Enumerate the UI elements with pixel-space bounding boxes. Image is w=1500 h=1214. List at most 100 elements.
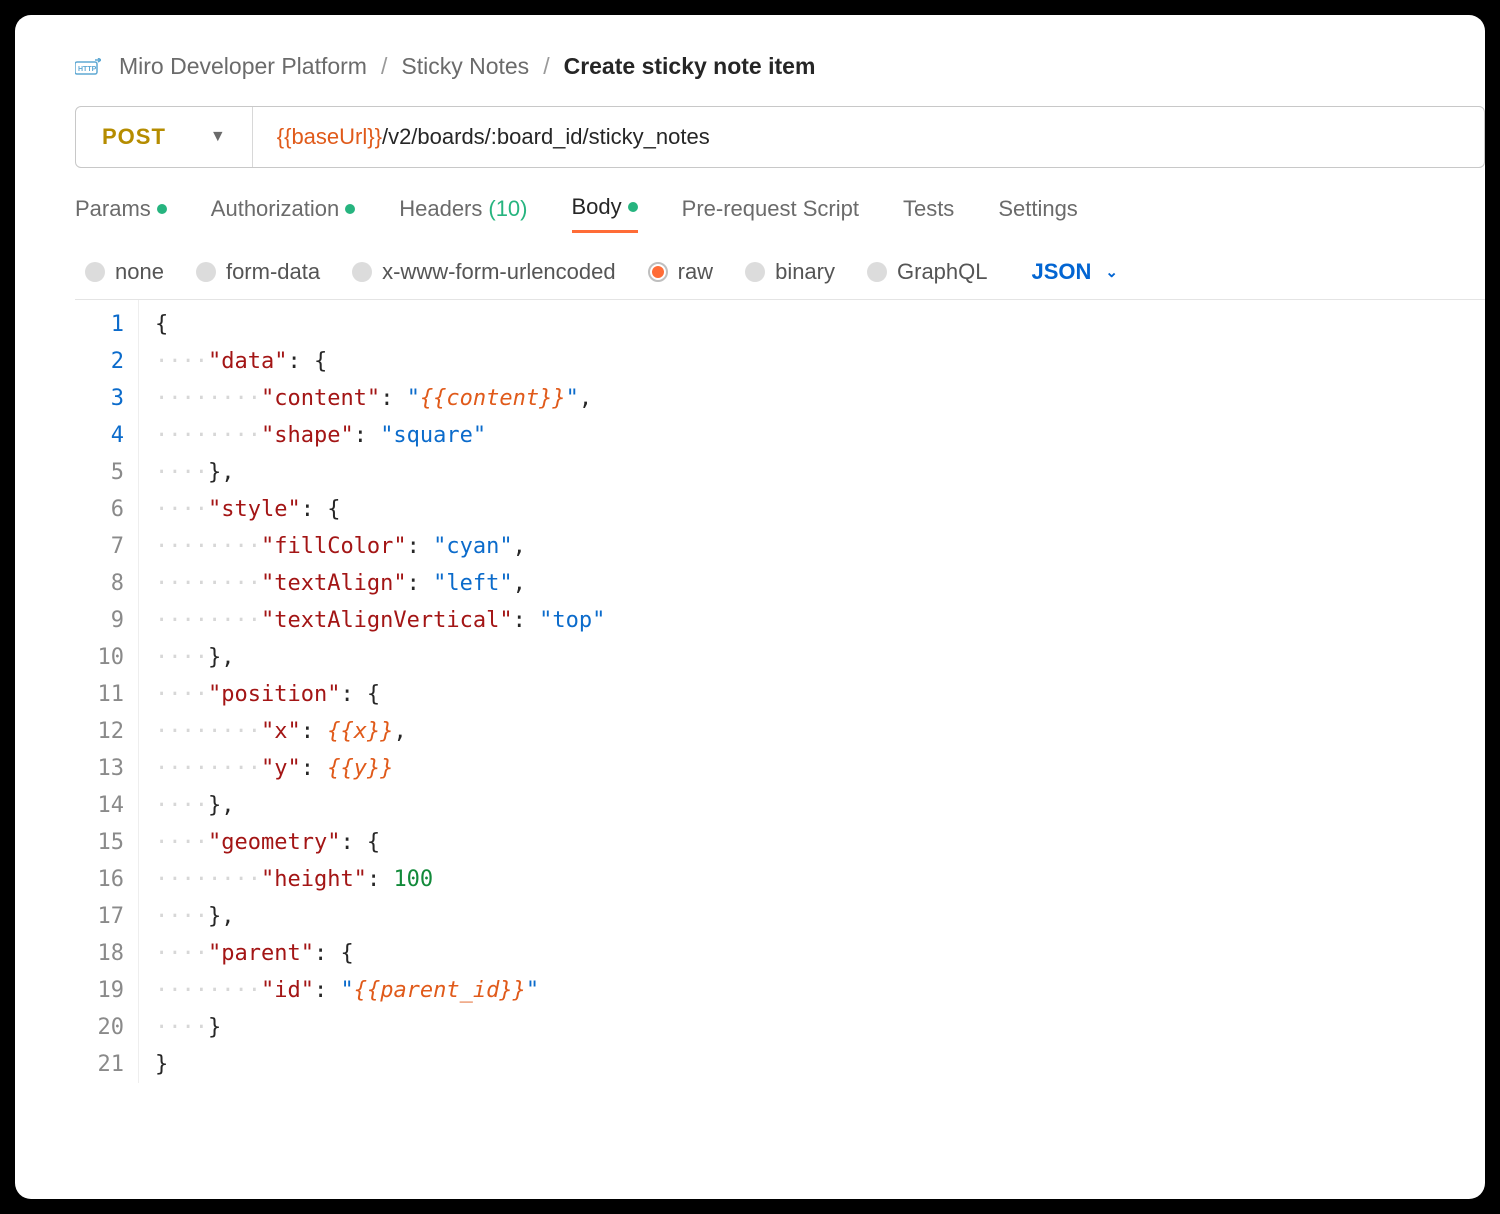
radio-icon — [352, 262, 372, 282]
line-number: 19 — [75, 972, 124, 1009]
line-number: 16 — [75, 861, 124, 898]
line-number: 12 — [75, 713, 124, 750]
breadcrumb-separator: / — [381, 53, 387, 80]
tab-params[interactable]: Params — [75, 194, 167, 233]
code-line[interactable]: ····"style": { — [155, 491, 605, 528]
request-url-bar: POST ▼ {{baseUrl}}/v2/boards/:board_id/s… — [75, 106, 1485, 168]
body-type-formdata-label: form-data — [226, 259, 320, 285]
radio-icon — [745, 262, 765, 282]
body-format-label: JSON — [1032, 259, 1092, 285]
code-line[interactable]: ····"position": { — [155, 676, 605, 713]
code-editor[interactable]: 123456789101112131415161718192021 {····"… — [75, 299, 1485, 1083]
code-line[interactable]: ····"parent": { — [155, 935, 605, 972]
code-line[interactable]: ········"textAlignVertical": "top" — [155, 602, 605, 639]
tab-prerequest[interactable]: Pre-request Script — [682, 194, 859, 233]
method-select[interactable]: POST ▼ — [76, 107, 253, 167]
tab-headers[interactable]: Headers (10) — [399, 194, 527, 233]
code-line[interactable]: ····}, — [155, 898, 605, 935]
line-number: 21 — [75, 1046, 124, 1083]
radio-icon — [867, 262, 887, 282]
code-line[interactable]: ········"content": "{{content}}", — [155, 380, 605, 417]
code-line[interactable]: ········"x": {{x}}, — [155, 713, 605, 750]
status-dot-icon — [345, 204, 355, 214]
postman-window: HTTP Miro Developer Platform / Sticky No… — [15, 15, 1485, 1199]
breadcrumb: HTTP Miro Developer Platform / Sticky No… — [75, 53, 1485, 80]
tab-authorization[interactable]: Authorization — [211, 194, 355, 233]
tab-body[interactable]: Body — [572, 194, 638, 233]
tab-tests[interactable]: Tests — [903, 194, 954, 233]
code-line[interactable]: ····"data": { — [155, 343, 605, 380]
chevron-down-icon: ⌄ — [1105, 263, 1118, 281]
body-format-select[interactable]: JSON ⌄ — [1032, 259, 1119, 285]
code-body[interactable]: {····"data": {········"content": "{{cont… — [139, 300, 605, 1083]
line-number: 11 — [75, 676, 124, 713]
line-number: 8 — [75, 565, 124, 602]
line-number: 1 — [75, 306, 124, 343]
breadcrumb-segment-0[interactable]: Miro Developer Platform — [119, 53, 367, 80]
chevron-down-icon: ▼ — [210, 128, 226, 146]
radio-icon — [85, 262, 105, 282]
tab-auth-label: Authorization — [211, 196, 339, 222]
tab-params-label: Params — [75, 196, 151, 222]
tab-settings-label: Settings — [998, 196, 1078, 222]
code-line[interactable]: { — [155, 306, 605, 343]
line-number: 18 — [75, 935, 124, 972]
radio-icon — [196, 262, 216, 282]
body-type-raw-label: raw — [678, 259, 713, 285]
breadcrumb-current: Create sticky note item — [564, 53, 816, 80]
tab-prerequest-label: Pre-request Script — [682, 196, 859, 222]
code-line[interactable]: ········"height": 100 — [155, 861, 605, 898]
request-tabs: Params Authorization Headers (10) Body P… — [75, 194, 1485, 233]
body-type-formdata[interactable]: form-data — [196, 259, 320, 285]
method-label: POST — [102, 124, 166, 150]
tab-headers-count: (10) — [488, 196, 527, 222]
gutter: 123456789101112131415161718192021 — [75, 300, 139, 1083]
body-type-graphql-label: GraphQL — [897, 259, 988, 285]
line-number: 13 — [75, 750, 124, 787]
line-number: 14 — [75, 787, 124, 824]
code-line[interactable]: ········"shape": "square" — [155, 417, 605, 454]
line-number: 4 — [75, 417, 124, 454]
line-number: 15 — [75, 824, 124, 861]
code-line[interactable]: } — [155, 1046, 605, 1083]
line-number: 6 — [75, 491, 124, 528]
code-line[interactable]: ····}, — [155, 454, 605, 491]
url-path: /v2/boards/:board_id/sticky_notes — [382, 124, 710, 149]
line-number: 20 — [75, 1009, 124, 1046]
code-line[interactable]: ····}, — [155, 787, 605, 824]
line-number: 17 — [75, 898, 124, 935]
status-dot-icon — [157, 204, 167, 214]
code-line[interactable]: ········"textAlign": "left", — [155, 565, 605, 602]
url-input[interactable]: {{baseUrl}}/v2/boards/:board_id/sticky_n… — [253, 124, 1484, 150]
tab-settings[interactable]: Settings — [998, 194, 1078, 233]
line-number: 3 — [75, 380, 124, 417]
body-type-graphql[interactable]: GraphQL — [867, 259, 988, 285]
tab-headers-label: Headers — [399, 196, 482, 222]
code-line[interactable]: ····}, — [155, 639, 605, 676]
code-line[interactable]: ········"id": "{{parent_id}}" — [155, 972, 605, 1009]
line-number: 5 — [75, 454, 124, 491]
radio-selected-icon — [648, 262, 668, 282]
body-type-none-label: none — [115, 259, 164, 285]
code-line[interactable]: ········"fillColor": "cyan", — [155, 528, 605, 565]
svg-text:HTTP: HTTP — [78, 66, 97, 73]
line-number: 9 — [75, 602, 124, 639]
http-icon: HTTP — [75, 57, 101, 77]
body-type-none[interactable]: none — [85, 259, 164, 285]
body-type-binary[interactable]: binary — [745, 259, 835, 285]
line-number: 7 — [75, 528, 124, 565]
body-type-urlencoded-label: x-www-form-urlencoded — [382, 259, 616, 285]
breadcrumb-segment-1[interactable]: Sticky Notes — [401, 53, 529, 80]
breadcrumb-separator: / — [543, 53, 549, 80]
code-line[interactable]: ········"y": {{y}} — [155, 750, 605, 787]
tab-body-label: Body — [572, 194, 622, 220]
body-type-urlencoded[interactable]: x-www-form-urlencoded — [352, 259, 616, 285]
body-type-raw[interactable]: raw — [648, 259, 713, 285]
body-type-row: none form-data x-www-form-urlencoded raw… — [75, 259, 1485, 285]
tab-tests-label: Tests — [903, 196, 954, 222]
body-type-binary-label: binary — [775, 259, 835, 285]
line-number: 10 — [75, 639, 124, 676]
status-dot-icon — [628, 202, 638, 212]
code-line[interactable]: ····"geometry": { — [155, 824, 605, 861]
code-line[interactable]: ····} — [155, 1009, 605, 1046]
